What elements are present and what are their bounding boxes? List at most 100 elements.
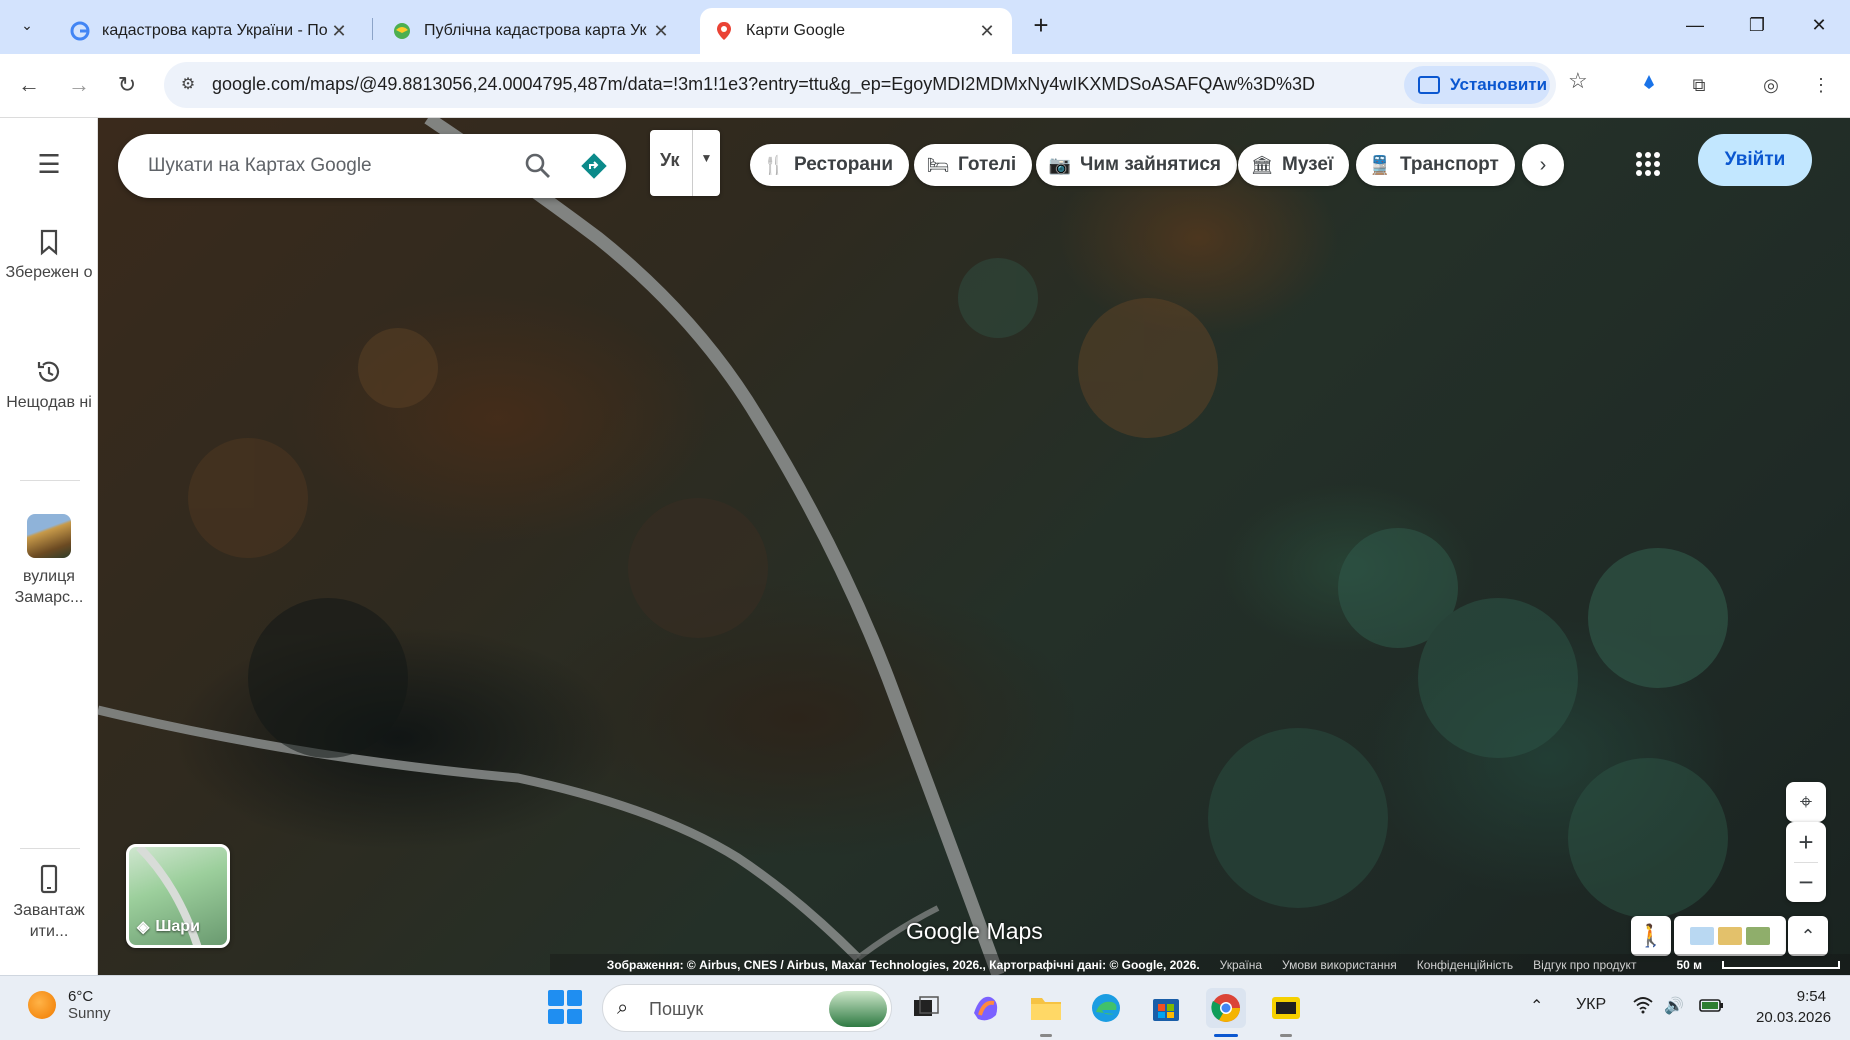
input-language[interactable]: УКР: [1576, 996, 1606, 1014]
bookmark-star-icon[interactable]: ☆: [1568, 68, 1588, 94]
hotel-icon: 🛏: [926, 154, 950, 175]
far-manager-icon[interactable]: [1266, 988, 1306, 1028]
new-tab-button[interactable]: +: [1026, 10, 1056, 40]
install-app-button[interactable]: Установити: [1404, 66, 1550, 104]
google-apps-icon[interactable]: [1632, 148, 1664, 180]
system-clock[interactable]: 9:54 20.03.2026: [1756, 986, 1832, 1028]
sidebar-item-recent[interactable]: Нещодав ні: [0, 358, 98, 413]
taskbar-search[interactable]: ⌕ Пошук: [602, 984, 892, 1032]
copilot-icon[interactable]: [966, 988, 1006, 1028]
restore-button[interactable]: ❐: [1732, 8, 1782, 42]
search-input[interactable]: [148, 152, 488, 180]
weather-desc: Sunny: [68, 1005, 111, 1022]
wifi-icon[interactable]: [1632, 996, 1654, 1019]
layers-label: Шари: [155, 918, 200, 935]
scale-indicator[interactable]: 50 м: [1656, 958, 1840, 972]
chip-hotels[interactable]: 🛏 Готелі: [914, 144, 1033, 186]
minimize-button[interactable]: —: [1670, 8, 1720, 42]
reload-button[interactable]: ↻: [110, 68, 144, 102]
scale-bar: [1722, 960, 1840, 969]
sidebar-item-label: вулиця Замарс...: [14, 568, 84, 606]
map-type-switcher[interactable]: [1674, 916, 1786, 956]
directions-icon[interactable]: [578, 150, 610, 182]
chip-transit[interactable]: 🚆 Транспорт: [1356, 144, 1515, 186]
country-link[interactable]: Україна: [1220, 958, 1262, 972]
tab-title: кадастрова карта України - По: [102, 22, 328, 39]
volume-icon[interactable]: 🔊: [1664, 996, 1684, 1016]
camera-icon: 📷: [1048, 154, 1072, 175]
close-tab-icon[interactable]: ✕: [650, 21, 672, 42]
edge-icon[interactable]: [1086, 988, 1126, 1028]
browser-tab-strip: ⌄ кадастрова карта України - По ✕ Публіч…: [0, 0, 1850, 54]
chip-label: Чим зайнятися: [1080, 154, 1222, 175]
start-button[interactable]: [548, 990, 582, 1024]
site-info-icon[interactable]: ⚙: [176, 73, 200, 97]
zoom-in-button[interactable]: +: [1786, 822, 1826, 862]
chip-museums[interactable]: 🏛 Музеї: [1238, 144, 1350, 186]
menu-button[interactable]: ☰: [0, 151, 98, 181]
windows-taskbar: 6°C Sunny ⌕ Пошук ⌃ УКР 🔊 9:54 20.03.202…: [0, 975, 1850, 1040]
microsoft-store-icon[interactable]: [1146, 988, 1186, 1028]
layers-button[interactable]: ◈ Шари: [126, 844, 230, 948]
clock-date: 20.03.2026: [1756, 1009, 1832, 1026]
running-indicator: [1280, 1034, 1292, 1037]
satellite-map[interactable]: Ук ▼ 🍴 Ресторани 🛏 Готелі 📷 Чим зайнятис…: [98, 118, 1850, 975]
map-type-satellite[interactable]: [1746, 927, 1770, 945]
install-icon: [1418, 76, 1440, 94]
scale-label: 50 м: [1676, 957, 1702, 972]
tab-cadastral-search[interactable]: кадастрова карта України - По ✕: [56, 8, 364, 54]
close-window-button[interactable]: ✕: [1794, 8, 1844, 42]
search-icon[interactable]: [522, 150, 554, 182]
address-bar[interactable]: ⚙ google.com/maps/@49.8813056,24.0004795…: [164, 62, 1556, 108]
chevron-down-icon[interactable]: ▼: [692, 130, 720, 196]
my-location-button[interactable]: ⌖: [1786, 782, 1826, 822]
back-button[interactable]: ←: [12, 68, 46, 102]
tab-search-button[interactable]: ⌄: [10, 8, 44, 42]
close-tab-icon[interactable]: ✕: [976, 21, 998, 42]
sidebar-item-saved[interactable]: Збережен о: [0, 228, 98, 283]
pegman-icon[interactable]: 🚶: [1631, 916, 1671, 956]
weather-widget[interactable]: 6°C Sunny: [28, 988, 111, 1022]
zoom-controls: + −: [1786, 822, 1826, 902]
map-type-terrain[interactable]: [1718, 927, 1742, 945]
chip-label: Готелі: [958, 154, 1017, 175]
imagery-copyright: Зображення: © Airbus, CNES / Airbus, Max…: [606, 957, 1200, 972]
chevron-right-icon[interactable]: ›: [1522, 144, 1564, 186]
zoom-out-button[interactable]: −: [1786, 862, 1826, 902]
sidebar-item-recent-place[interactable]: вулиця Замарс...: [0, 514, 98, 608]
input-language-selector[interactable]: Ук ▼: [650, 130, 720, 196]
tab-google-maps[interactable]: Карти Google ✕: [700, 8, 1012, 54]
crosshair-icon: ⌖: [1799, 789, 1813, 814]
sidebar-item-label: Завантаж ити...: [13, 902, 85, 940]
close-tab-icon[interactable]: ✕: [328, 21, 350, 42]
google-maps-logo: Google Maps: [906, 918, 1043, 944]
map-search-box: [118, 134, 626, 198]
task-view-icon[interactable]: [906, 988, 946, 1028]
museum-icon: 🏛: [1250, 154, 1274, 175]
expand-controls-icon[interactable]: ⌃: [1788, 916, 1828, 956]
forward-button[interactable]: →: [62, 68, 96, 102]
map-type-default[interactable]: [1690, 927, 1714, 945]
terms-link[interactable]: Умови використання: [1282, 958, 1397, 972]
restaurant-icon: 🍴: [762, 154, 786, 175]
feedback-link[interactable]: Відгук про продукт: [1533, 958, 1636, 972]
privacy-link[interactable]: Конфіденційність: [1417, 958, 1513, 972]
extensions-puzzle-icon[interactable]: ⧉: [1684, 70, 1714, 100]
profile-icon[interactable]: ◎: [1756, 70, 1786, 100]
show-hidden-icons[interactable]: ⌃: [1530, 996, 1543, 1016]
sidebar-item-download-app[interactable]: Завантаж ити...: [0, 864, 98, 942]
taskbar-search-text: Пошук: [649, 999, 704, 1019]
chrome-menu-icon[interactable]: ⋮: [1806, 70, 1836, 100]
search-highlight-image: [829, 991, 887, 1027]
chrome-icon[interactable]: [1206, 988, 1246, 1028]
sign-in-button[interactable]: Увійти: [1698, 134, 1812, 186]
file-explorer-icon[interactable]: [1026, 988, 1066, 1028]
history-icon: [37, 361, 60, 382]
chip-restaurants[interactable]: 🍴 Ресторани: [750, 144, 910, 186]
windows-logo-tile: [548, 1008, 564, 1024]
url-text[interactable]: google.com/maps/@49.8813056,24.0004795,4…: [212, 74, 1315, 95]
extension-icon[interactable]: [1634, 70, 1664, 100]
chip-things-to-do[interactable]: 📷 Чим зайнятися: [1036, 144, 1238, 186]
tab-public-cadastral-map[interactable]: Публічна кадастрова карта Ук ✕: [378, 8, 686, 54]
battery-icon[interactable]: [1698, 996, 1726, 1019]
